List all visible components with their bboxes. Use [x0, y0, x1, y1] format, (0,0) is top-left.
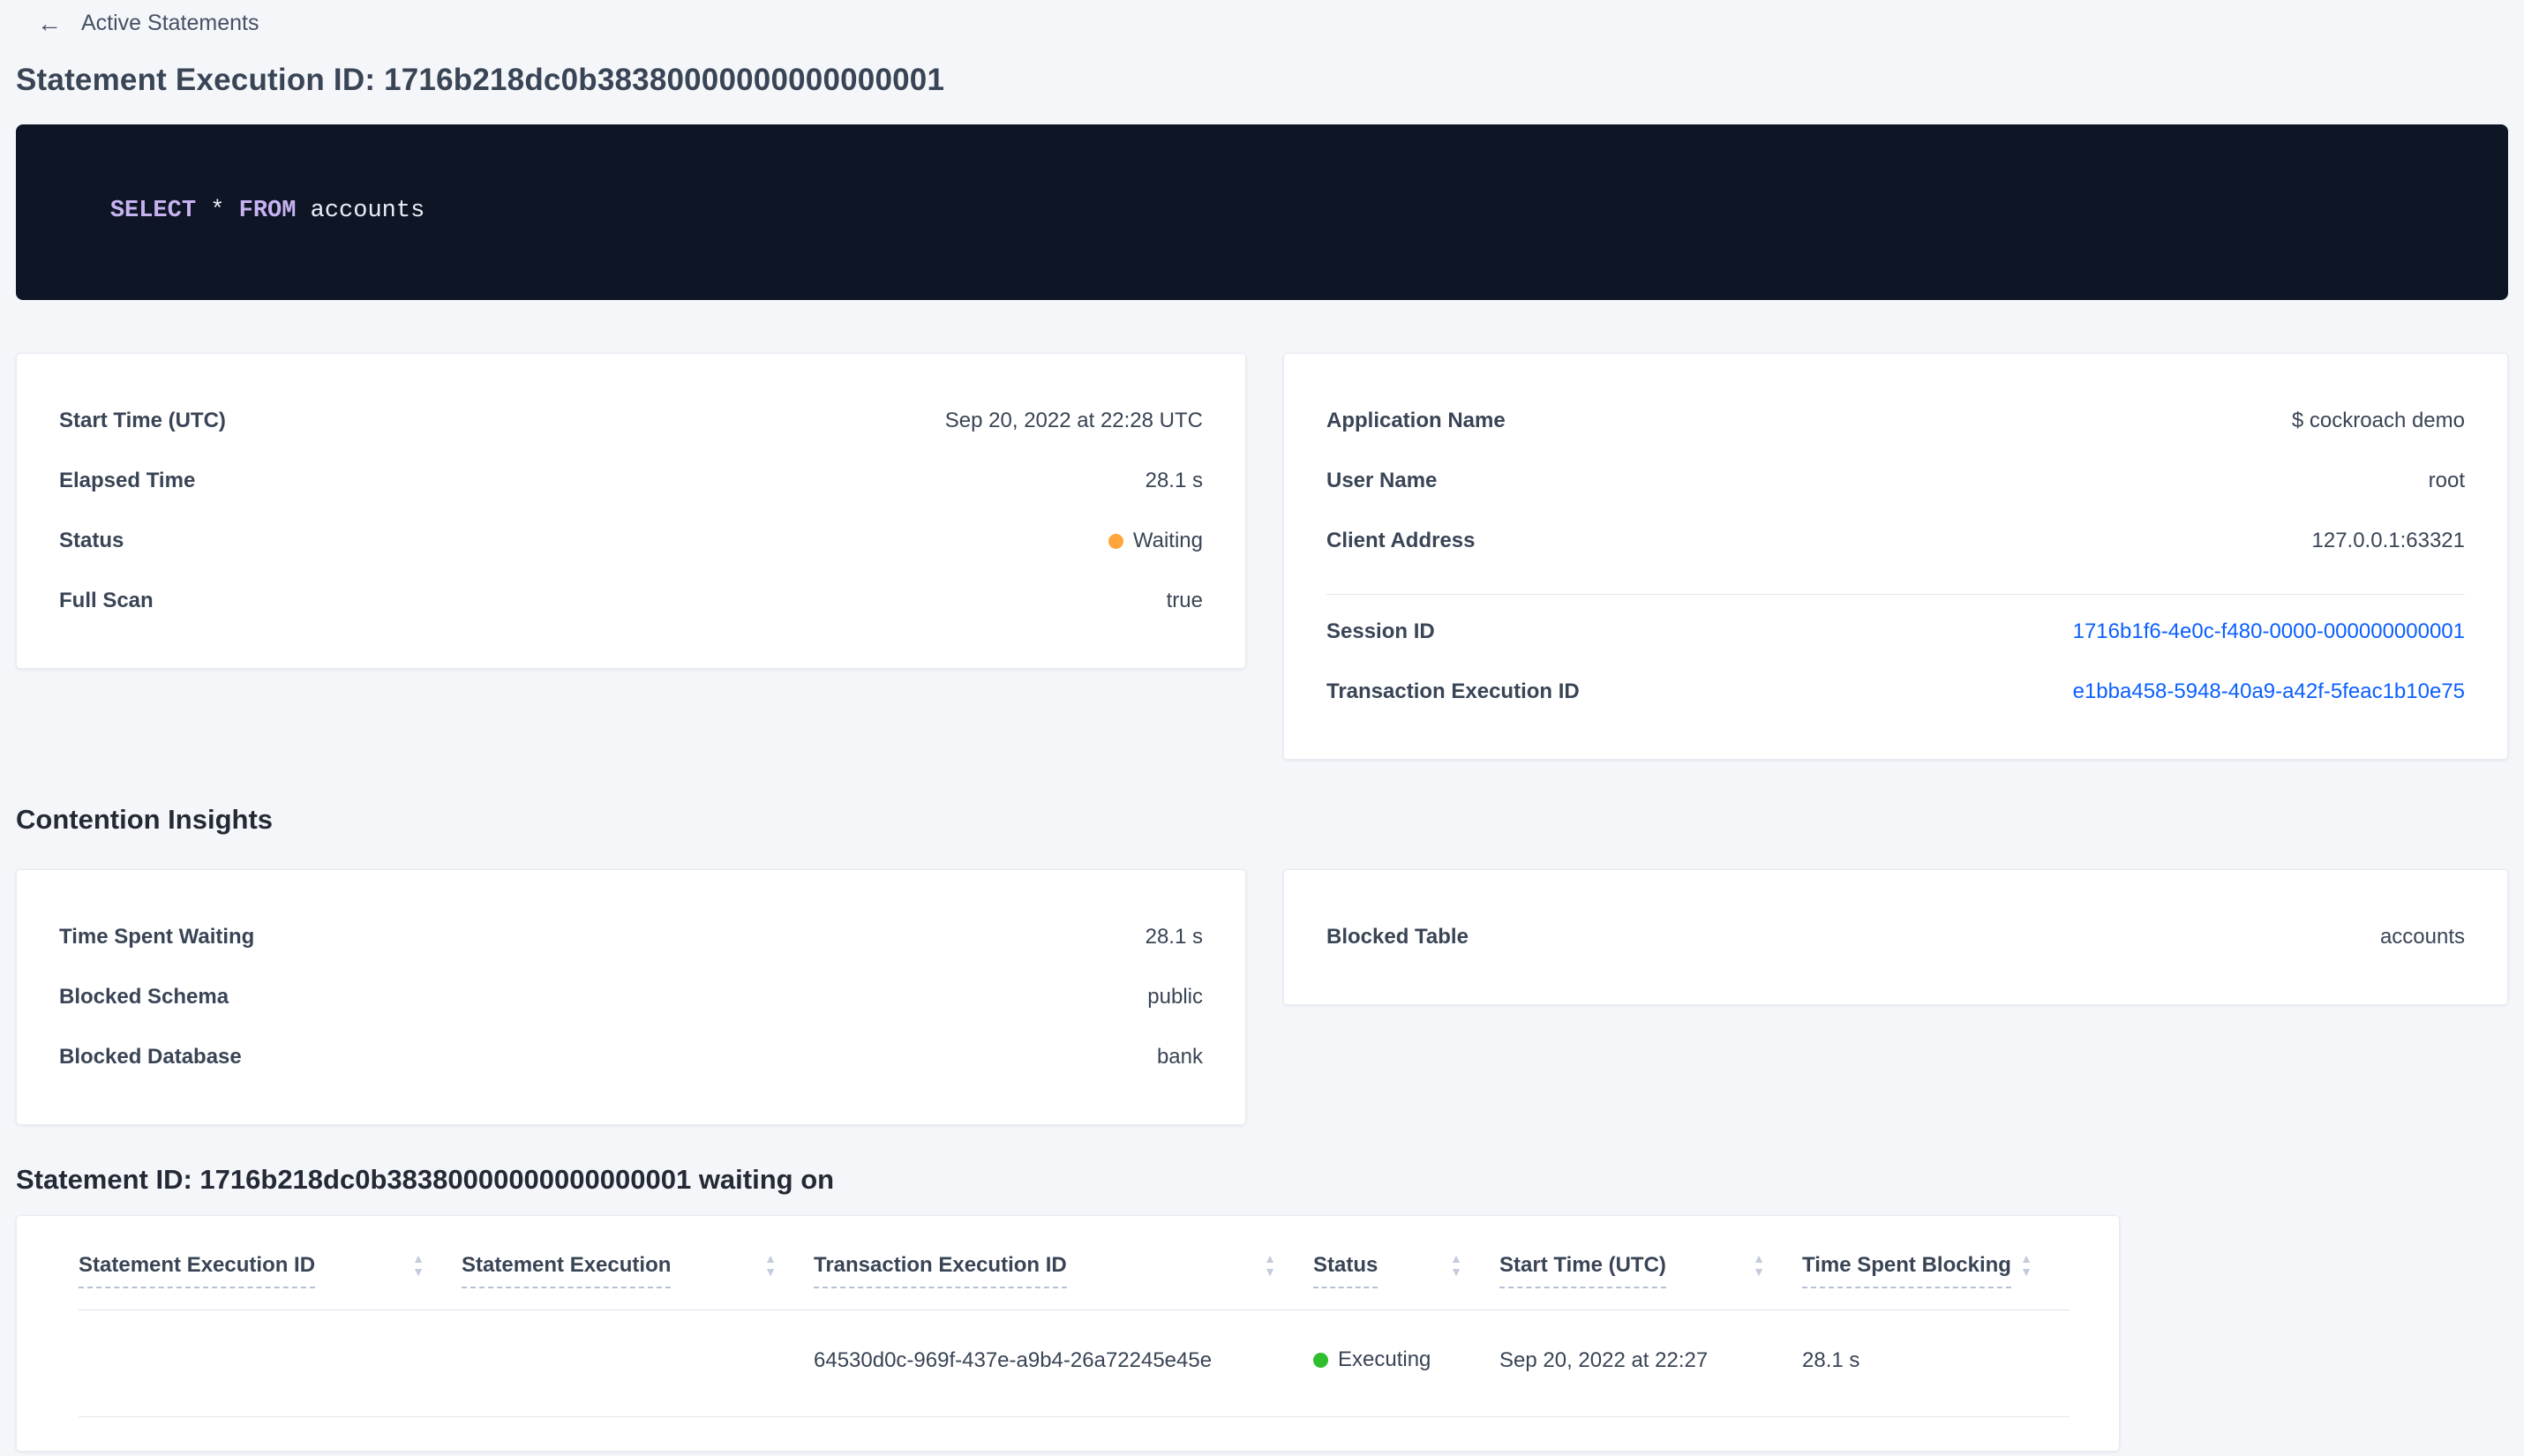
- sort-icon: ▲ ▼: [1450, 1251, 1462, 1279]
- sort-icon: ▲ ▼: [764, 1251, 777, 1279]
- application-name-row: Application Name $ cockroach demo: [1326, 391, 2465, 451]
- blocked-table-value: accounts: [2379, 925, 2465, 949]
- column-header-time-spent-blocking[interactable]: Time Spent Blocking ▲ ▼: [1802, 1223, 2070, 1310]
- sql-keyword-select: SELECT: [109, 198, 197, 225]
- session-id-row: Session ID 1716b1f6-4e0c-f480-0000-00000…: [1326, 602, 2465, 662]
- table-row: 64530d0c-969f-437e-a9b4-26a72245e45e Exe…: [79, 1310, 2070, 1417]
- sql-star: *: [196, 198, 239, 225]
- application-name-value: $ cockroach demo: [2291, 409, 2465, 432]
- status-text: Waiting: [1132, 529, 1203, 552]
- cell-statement-execution: [462, 1310, 814, 1417]
- status-waiting-dot-icon: [1108, 533, 1123, 549]
- elapsed-time-value: 28.1 s: [1145, 469, 1203, 492]
- cell-statement-execution-id: [79, 1310, 462, 1417]
- column-label: Time Spent Blocking: [1802, 1253, 2011, 1288]
- elapsed-time-label: Elapsed Time: [59, 469, 196, 492]
- transaction-execution-id-link[interactable]: e1bba458-5948-40a9-a42f-5feac1b10e75: [2073, 679, 2465, 704]
- cell-time-spent-blocking: 28.1 s: [1802, 1310, 2070, 1417]
- sql-table-name: accounts: [296, 198, 425, 225]
- blocked-schema-row: Blocked Schema public: [59, 967, 1203, 1027]
- cell-start-time: Sep 20, 2022 at 22:27: [1499, 1310, 1802, 1417]
- blocked-table-card: Blocked Table accounts: [1283, 869, 2508, 1005]
- overview-left-card: Start Time (UTC) Sep 20, 2022 at 22:28 U…: [16, 353, 1246, 669]
- sort-icon: ▲ ▼: [2020, 1251, 2032, 1279]
- status-label: Status: [59, 529, 124, 552]
- column-label: Statement Execution: [462, 1253, 672, 1288]
- blocked-schema-label: Blocked Schema: [59, 985, 229, 1009]
- waiting-on-table-card: Statement Execution ID ▲ ▼ Statement Exec…: [16, 1215, 2120, 1452]
- sort-icon: ▲ ▼: [412, 1251, 424, 1279]
- sql-keyword-from: FROM: [238, 198, 297, 225]
- waiting-on-heading: Statement ID: 1716b218dc0b38380000000000…: [16, 1164, 835, 1195]
- blocked-database-value: bank: [1156, 1045, 1203, 1069]
- blocked-schema-value: public: [1147, 985, 1203, 1009]
- statement-execution-detail-page: ← Active Statements Statement Execution …: [0, 0, 2524, 1452]
- transaction-execution-id-row: Transaction Execution ID e1bba458-5948-4…: [1326, 662, 2465, 722]
- column-label: Transaction Execution ID: [814, 1253, 1067, 1288]
- transaction-execution-id-label: Transaction Execution ID: [1326, 679, 1580, 703]
- cell-status: Executing: [1313, 1310, 1499, 1417]
- blocked-database-label: Blocked Database: [59, 1045, 242, 1069]
- column-label: Statement Execution ID: [79, 1253, 316, 1288]
- user-name-row: User Name root: [1326, 451, 2465, 511]
- column-header-statement-execution-id[interactable]: Statement Execution ID ▲ ▼: [79, 1223, 462, 1310]
- session-id-link[interactable]: 1716b1f6-4e0c-f480-0000-000000000001: [2073, 619, 2465, 644]
- status-executing-dot-icon: [1313, 1352, 1328, 1368]
- page-title: Statement Execution ID: 1716b218dc0b3838…: [16, 63, 945, 97]
- sort-icon: ▲ ▼: [1753, 1251, 1765, 1279]
- column-header-status[interactable]: Status ▲ ▼: [1313, 1223, 1499, 1310]
- full-scan-value: true: [1166, 589, 1203, 612]
- time-spent-waiting-row: Time Spent Waiting 28.1 s: [59, 907, 1203, 967]
- table-header-row: Statement Execution ID ▲ ▼ Statement Exec…: [79, 1223, 2070, 1310]
- blocked-database-row: Blocked Database bank: [59, 1027, 1203, 1087]
- waiting-on-table: Statement Execution ID ▲ ▼ Statement Exec…: [79, 1223, 2070, 1417]
- cell-transaction-execution-id: 64530d0c-969f-437e-a9b4-26a72245e45e: [814, 1310, 1313, 1417]
- contention-left-card: Time Spent Waiting 28.1 s Blocked Schema…: [16, 869, 1246, 1125]
- status-row: Status Waiting: [59, 511, 1203, 571]
- card-divider: [1326, 594, 2465, 595]
- elapsed-time-row: Elapsed Time 28.1 s: [59, 451, 1203, 511]
- client-address-value: 127.0.0.1:63321: [2311, 529, 2466, 552]
- session-id-label: Session ID: [1326, 619, 1435, 643]
- sort-icon: ▲ ▼: [1264, 1251, 1276, 1279]
- sql-statement-box: SELECT * FROM accounts: [16, 124, 2508, 300]
- application-name-label: Application Name: [1326, 409, 1506, 432]
- blocked-table-label: Blocked Table: [1326, 925, 1469, 949]
- column-label: Status: [1313, 1253, 1378, 1288]
- time-spent-waiting-value: 28.1 s: [1145, 925, 1203, 949]
- full-scan-label: Full Scan: [59, 589, 154, 612]
- time-spent-waiting-label: Time Spent Waiting: [59, 925, 255, 949]
- back-arrow-icon: ←: [37, 9, 62, 37]
- column-label: Start Time (UTC): [1499, 1253, 1666, 1288]
- overview-right-card: Application Name $ cockroach demo User N…: [1283, 353, 2508, 760]
- user-name-label: User Name: [1326, 469, 1438, 492]
- column-header-start-time[interactable]: Start Time (UTC) ▲ ▼: [1499, 1223, 1802, 1310]
- client-address-row: Client Address 127.0.0.1:63321: [1326, 511, 2465, 571]
- start-time-label: Start Time (UTC): [59, 409, 226, 432]
- back-link[interactable]: ← Active Statements: [37, 0, 259, 36]
- start-time-value: Sep 20, 2022 at 22:28 UTC: [944, 409, 1203, 432]
- column-header-transaction-execution-id[interactable]: Transaction Execution ID ▲ ▼: [814, 1223, 1313, 1310]
- status-value: Waiting: [1108, 529, 1203, 553]
- user-name-value: root: [2428, 469, 2465, 492]
- contention-section: Time Spent Waiting 28.1 s Blocked Schema…: [16, 869, 2508, 1125]
- full-scan-row: Full Scan true: [59, 571, 1203, 631]
- blocked-table-row: Blocked Table accounts: [1326, 907, 2465, 967]
- cell-status-text: Executing: [1338, 1347, 1431, 1371]
- contention-insights-heading: Contention Insights: [16, 804, 274, 835]
- start-time-row: Start Time (UTC) Sep 20, 2022 at 22:28 U…: [59, 391, 1203, 451]
- client-address-label: Client Address: [1326, 529, 1476, 552]
- overview-section: Start Time (UTC) Sep 20, 2022 at 22:28 U…: [16, 353, 2508, 760]
- column-header-statement-execution[interactable]: Statement Execution ▲ ▼: [462, 1223, 814, 1310]
- back-link-label: Active Statements: [81, 11, 259, 35]
